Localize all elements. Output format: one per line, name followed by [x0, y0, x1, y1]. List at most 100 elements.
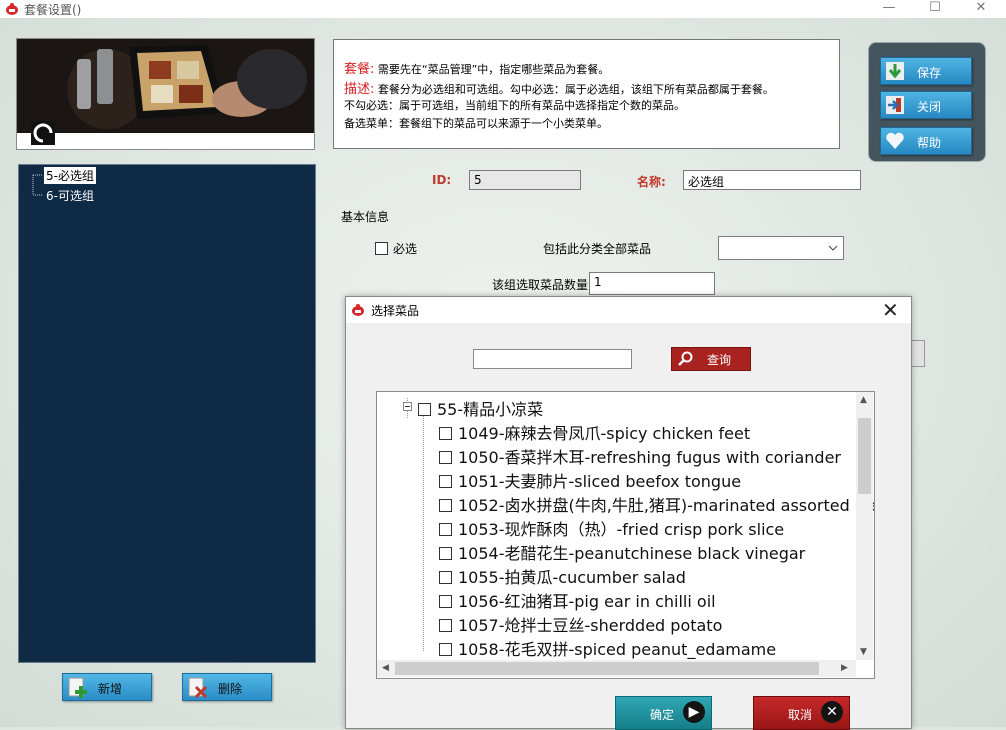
section-basic-info: 基本信息 [341, 210, 390, 224]
close-label: 关闭 [917, 100, 942, 114]
dish-item[interactable]: 1058-花毛双拼-spiced peanut_edamame [439, 636, 776, 660]
vertical-scroll-thumb[interactable] [858, 418, 871, 494]
add-doc-icon [68, 677, 87, 698]
dish-item[interactable]: 1052-卤水拼盘(牛肉,牛肚,猪耳)-marinated assorted m… [439, 492, 875, 516]
help-text-box: 套餐: 需要先在“菜品管理”中，指定哪些菜品为套餐。 描述: 套餐分为必选组和可… [333, 39, 840, 149]
help-button[interactable]: 帮助 [880, 127, 972, 155]
dish-checkbox[interactable] [439, 523, 452, 536]
dish-item[interactable]: 1049-麻辣去骨凤爪-spicy chicken feet [439, 420, 750, 444]
dish-label: 1049-麻辣去骨凤爪-spicy chicken feet [458, 424, 751, 443]
dish-label: 1053-现炸酥肉（热）-fried crisp pork slice [458, 520, 785, 539]
dish-item[interactable]: 1055-拍黄瓜-cucumber salad [439, 564, 686, 588]
save-label: 保存 [917, 66, 942, 80]
play-icon: ▶ [683, 701, 705, 723]
dish-label: 1050-香菜拌木耳-refreshing fugus with coriand… [458, 448, 842, 467]
app-icon [6, 3, 18, 15]
count-label: 该组选取菜品数量 [492, 278, 589, 292]
group-node[interactable]: 55-精品小凉菜 [418, 396, 543, 420]
dish-item[interactable]: 1057-炝拌士豆丝-sherdded potato [439, 612, 722, 636]
close-button[interactable]: 关闭 [880, 91, 972, 119]
brand-logo [31, 121, 55, 145]
cancel-label: 取消 [788, 708, 813, 722]
info-key-combo: 套餐: [344, 62, 375, 77]
minimize-button[interactable]: — [866, 0, 912, 18]
dialog-title: 选择菜品 [371, 304, 420, 318]
info-line-1: 需要先在“菜品管理”中，指定哪些菜品为套餐。 [377, 63, 610, 76]
banner-image [16, 38, 315, 150]
dish-checkbox[interactable] [439, 499, 452, 512]
window-title: 套餐设置() [24, 3, 82, 17]
delete-doc-icon [188, 677, 208, 698]
id-field[interactable]: 5 [469, 170, 581, 190]
tree-item-optional-group[interactable]: 6-可选组 [44, 187, 96, 204]
help-label: 帮助 [917, 136, 942, 150]
save-button[interactable]: 保存 [880, 57, 972, 85]
scroll-left-icon[interactable]: ◀ [382, 663, 389, 673]
required-checkbox[interactable] [375, 242, 388, 255]
ok-button[interactable]: 确定 ▶ [615, 696, 712, 730]
info-line-2: 套餐分为必选组和可选组。勾中必选：属于必选组，该组下所有菜品都属于套餐。 [377, 83, 774, 96]
info-line-4: 备选菜单：套餐组下的菜品可以来源于一个小类菜单。 [344, 117, 608, 130]
scroll-down-icon[interactable]: ▼ [860, 647, 867, 657]
scroll-up-icon[interactable]: ▲ [860, 395, 867, 405]
dish-item[interactable]: 1050-香菜拌木耳-refreshing fugus with coriand… [439, 444, 841, 468]
include-all-label: 包括此分类全部菜品 [543, 242, 652, 256]
dish-checkbox[interactable] [439, 427, 452, 440]
dish-checkbox[interactable] [439, 571, 452, 584]
cancel-x-icon: ✕ [821, 701, 843, 723]
dish-tree-list[interactable]: 55-精品小凉菜 1049-麻辣去骨凤爪-spicy chicken feet … [376, 391, 875, 679]
count-field[interactable]: 1 [589, 272, 715, 295]
required-label: 必选 [393, 242, 418, 256]
select-dish-dialog: 选择菜品 ✕ 查询 55-精品小凉菜 1049-麻辣去骨凤爪-spicy chi… [345, 296, 912, 730]
dish-label: 1057-炝拌士豆丝-sherdded potato [458, 616, 723, 635]
add-button[interactable]: 新增 [62, 673, 152, 701]
dish-item[interactable]: 1051-夫妻肺片-sliced beefox tongue [439, 468, 741, 492]
dish-checkbox[interactable] [439, 643, 452, 656]
group-checkbox[interactable] [418, 403, 431, 416]
title-bar: 套餐设置() — ☐ ✕ [0, 0, 1006, 18]
scroll-right-icon[interactable]: ▶ [841, 663, 848, 673]
dish-label: 1058-花毛双拼-spiced peanut_edamame [458, 640, 777, 659]
search-button[interactable]: 查询 [671, 347, 751, 371]
dialog-close-icon[interactable]: ✕ [882, 298, 899, 322]
chevron-down-icon [828, 245, 838, 251]
name-field[interactable]: 必选组 [683, 170, 861, 190]
info-key-description: 描述: [344, 82, 375, 97]
dish-label: 1056-红油猪耳-pig ear in chilli oil [458, 592, 716, 611]
magnifier-icon [678, 351, 693, 366]
search-label: 查询 [707, 353, 732, 367]
include-all-select[interactable] [718, 236, 844, 260]
dish-item[interactable]: 1053-现炸酥肉（热）-fried crisp pork slice [439, 516, 784, 540]
dialog-title-bar: 选择菜品 ✕ [346, 297, 911, 323]
action-panel: 保存 关闭 帮助 [868, 42, 986, 162]
group-label: 55-精品小凉菜 [437, 400, 544, 419]
dish-checkbox[interactable] [439, 619, 452, 632]
dish-label: 1052-卤水拼盘(牛肉,牛肚,猪耳)-marinated assorted m… [458, 496, 875, 515]
dish-label: 1051-夫妻肺片-sliced beefox tongue [458, 472, 742, 491]
close-window-button[interactable]: ✕ [958, 0, 1004, 18]
dish-checkbox[interactable] [439, 475, 452, 488]
group-tree[interactable]: 5-必选组 6-可选组 [18, 164, 316, 663]
cancel-button[interactable]: 取消 ✕ [753, 696, 850, 730]
dish-checkbox[interactable] [439, 547, 452, 560]
dish-checkbox[interactable] [439, 595, 452, 608]
dish-item[interactable]: 1054-老醋花生-peanutchinese black vinegar [439, 540, 805, 564]
dish-label: 1054-老醋花生-peanutchinese black vinegar [458, 544, 806, 563]
dish-label: 1055-拍黄瓜-cucumber salad [458, 568, 686, 587]
banner-strip [17, 133, 314, 149]
download-icon [886, 62, 904, 80]
tree-connector-lines [403, 398, 424, 652]
dialog-app-icon [352, 304, 364, 316]
dish-item[interactable]: 1056-红油猪耳-pig ear in chilli oil [439, 588, 716, 612]
heart-icon [886, 132, 904, 149]
dish-checkbox[interactable] [439, 451, 452, 464]
maximize-button[interactable]: ☐ [912, 0, 958, 18]
info-line-3: 不勾必选：属于可选组，当前组下的所有菜品中选择指定个数的菜品。 [344, 99, 685, 112]
search-input[interactable] [473, 349, 632, 369]
horizontal-scroll-thumb[interactable] [395, 662, 819, 675]
add-label: 新增 [98, 682, 123, 696]
id-label: ID: [432, 173, 452, 187]
tree-item-required-group[interactable]: 5-必选组 [44, 167, 96, 184]
exit-icon [886, 96, 904, 114]
delete-button[interactable]: 删除 [182, 673, 272, 701]
